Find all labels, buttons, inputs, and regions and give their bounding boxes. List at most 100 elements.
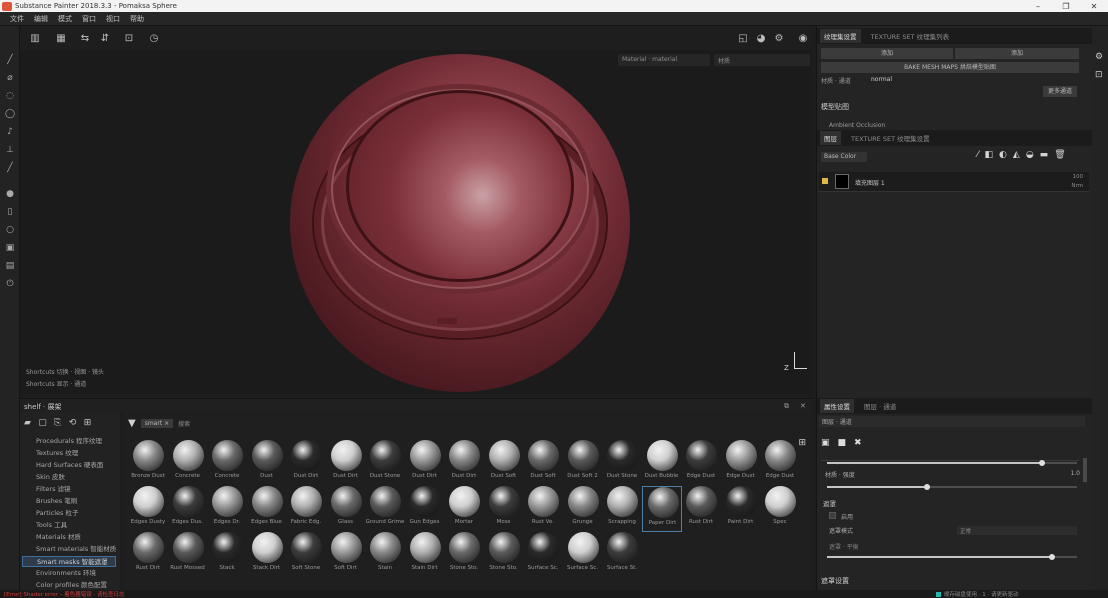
- shelf-category[interactable]: Textures 纹理: [22, 448, 116, 459]
- scrollbar-thumb[interactable]: [1083, 458, 1087, 482]
- power-icon[interactable]: ⏻: [4, 278, 16, 290]
- tab-layers[interactable]: 图层: [820, 131, 841, 145]
- menu-viewport[interactable]: 视口: [106, 14, 120, 24]
- polygon-fill-icon[interactable]: ●: [4, 188, 16, 200]
- material-thumbnail[interactable]: Grunge: [563, 486, 603, 532]
- error-status[interactable]: [Error] Shader error – 着色器错误 · 请检查日志: [4, 590, 125, 598]
- shelf-category[interactable]: Smart materials 智能材质: [22, 544, 116, 555]
- material-thumbnail[interactable]: Soft Stone: [286, 532, 326, 578]
- material-thumbnail[interactable]: Mortar: [444, 486, 484, 532]
- material-thumbnail[interactable]: Dust Soft 2: [563, 440, 603, 486]
- material-thumbnail[interactable]: Stack Dirt: [247, 532, 287, 578]
- enable-checkbox[interactable]: [829, 512, 836, 519]
- material-thumbnail[interactable]: Scrapping: [602, 486, 642, 532]
- layer-blend[interactable]: Nrm: [1071, 183, 1083, 189]
- render-icon[interactable]: ◕: [754, 31, 768, 45]
- material-thumbnail[interactable]: Fabric Edg.: [286, 486, 326, 532]
- material-thumbnail[interactable]: Dust Soft: [484, 440, 524, 486]
- paint-bucket-icon[interactable]: ◒: [1026, 150, 1034, 160]
- material-thumbnail[interactable]: Dust Dirt: [326, 440, 366, 486]
- shelf-search-input[interactable]: 搜索: [178, 419, 190, 428]
- layer-name[interactable]: 填充图层 1: [855, 178, 885, 187]
- minimize-icon[interactable]: –: [1024, 0, 1052, 12]
- add-normal-button[interactable]: 添加: [955, 48, 1079, 59]
- effect-icon[interactable]: ◐: [999, 150, 1007, 160]
- smudge-icon[interactable]: ♪: [4, 126, 16, 138]
- material-thumbnail[interactable]: Paper Dirt: [641, 486, 682, 532]
- material-thumbnail[interactable]: Soft Dirt: [326, 532, 366, 578]
- material-thumbnail[interactable]: Bronze Dust: [128, 440, 168, 486]
- slider2-track[interactable]: [827, 484, 1077, 490]
- refresh-icon[interactable]: ⟲: [67, 417, 78, 428]
- material-thumbnail[interactable]: Stain: [365, 532, 405, 578]
- material-thumbnail[interactable]: Edge Dust: [760, 440, 800, 486]
- brush-layer-icon[interactable]: ⁄: [977, 150, 979, 160]
- menu-edit[interactable]: 编辑: [34, 14, 48, 24]
- material-thumbnail[interactable]: Dust Dirt: [286, 440, 326, 486]
- material-thumbnail[interactable]: Edges Dusty: [128, 486, 168, 532]
- layout-icon[interactable]: ▥: [28, 31, 42, 45]
- visibility-icon[interactable]: [822, 178, 828, 184]
- material-thumbnail[interactable]: Moss: [484, 486, 524, 532]
- mask-mode-dropdown[interactable]: 正常: [957, 526, 1077, 535]
- tab-texture-set-settings[interactable]: 纹理集设置: [820, 29, 861, 43]
- material-thumbnail[interactable]: Dust: [247, 440, 287, 486]
- settings-icon[interactable]: ⚙: [772, 31, 786, 45]
- viewport-channel-dropdown[interactable]: 材质: [714, 54, 810, 66]
- bake-mesh-maps-button[interactable]: BAKE MESH MAPS 烘焙模型贴图: [821, 62, 1079, 73]
- tab-layer-channel[interactable]: 图层 · 通道: [860, 399, 900, 413]
- material-thumbnail[interactable]: Rust Ve.: [523, 486, 563, 532]
- material-thumbnail[interactable]: Dust Soft: [523, 440, 563, 486]
- slider3-knob[interactable]: [1049, 554, 1055, 560]
- shelf-category[interactable]: Hard Surfaces 硬表面: [22, 460, 116, 471]
- blend-mode-dropdown[interactable]: Base Color: [821, 152, 867, 162]
- shelf-category[interactable]: Procedurals 程序纹理: [22, 436, 116, 447]
- material-thumbnail[interactable]: Rust Dirt: [681, 486, 721, 532]
- menu-help[interactable]: 帮助: [130, 14, 144, 24]
- texture-field-value[interactable]: normal: [871, 76, 892, 83]
- clone-stamp-icon[interactable]: ⊥: [4, 144, 16, 156]
- material-thumbnail[interactable]: Edge Dust: [721, 440, 761, 486]
- menu-file[interactable]: 文件: [10, 14, 24, 24]
- camera-icon[interactable]: ⇆: [78, 31, 92, 45]
- circle-tool-icon[interactable]: ○: [4, 224, 16, 236]
- shelf-category-selected[interactable]: Smart masks 智能遮罩: [22, 556, 116, 567]
- shelf-close-icon[interactable]: ✕: [800, 402, 806, 410]
- shelf-category[interactable]: Environments 环境: [22, 568, 116, 579]
- layer-square-icon[interactable]: ▯: [4, 206, 16, 218]
- slider1-track[interactable]: [827, 460, 1077, 466]
- folder-layer-icon[interactable]: ▬: [1040, 150, 1049, 160]
- close-icon[interactable]: ✕: [1080, 0, 1108, 12]
- layer-opacity[interactable]: 100: [1073, 174, 1084, 180]
- video-tab-icon[interactable]: ■: [838, 438, 847, 448]
- document-icon[interactable]: ▤: [4, 260, 16, 272]
- shelf-category[interactable]: Brushes 笔刷: [22, 496, 116, 507]
- menu-window[interactable]: 窗口: [82, 14, 96, 24]
- viewport-material-dropdown[interactable]: Material · material: [618, 54, 710, 66]
- add-channel-button[interactable]: 添加: [821, 48, 953, 59]
- mesh-map-item[interactable]: Ambient Occlusion: [829, 122, 885, 129]
- material-thumbnail[interactable]: Rust Dirt: [128, 532, 168, 578]
- symmetry-icon[interactable]: ⇵: [98, 31, 112, 45]
- material-thumbnail[interactable]: Edges Blue: [247, 486, 287, 532]
- folder-icon[interactable]: ▰: [22, 417, 33, 428]
- material-thumbnail[interactable]: Ground Grime: [365, 486, 405, 532]
- material-thumbnail[interactable]: Dust Dirt: [405, 440, 445, 486]
- fill-icon[interactable]: ◭: [1013, 150, 1020, 160]
- history-icon[interactable]: ◷: [147, 31, 161, 45]
- shelf-category[interactable]: Filters 滤镜: [22, 484, 116, 495]
- geometry-mask-icon[interactable]: ◯: [4, 108, 16, 120]
- material-thumbnail[interactable]: Spec: [760, 486, 800, 532]
- screenshot-icon[interactable]: ◱: [736, 31, 750, 45]
- shelf-category[interactable]: Tools 工具: [22, 520, 116, 531]
- material-thumbnail[interactable]: Concrete: [168, 440, 208, 486]
- tab-properties[interactable]: 属性设置: [820, 399, 854, 413]
- camera-settings-icon[interactable]: ◉: [796, 31, 810, 45]
- trash-icon[interactable]: 🗑: [1054, 150, 1065, 160]
- properties-dropdown[interactable]: 图层 · 通道: [819, 416, 1085, 427]
- mask-icon[interactable]: ◧: [985, 150, 994, 160]
- slider3-track[interactable]: [827, 554, 1077, 560]
- material-thumbnail[interactable]: Dust Stone: [602, 440, 642, 486]
- grid-icon[interactable]: ⊞: [82, 417, 93, 428]
- import-icon[interactable]: ⎘: [52, 417, 63, 428]
